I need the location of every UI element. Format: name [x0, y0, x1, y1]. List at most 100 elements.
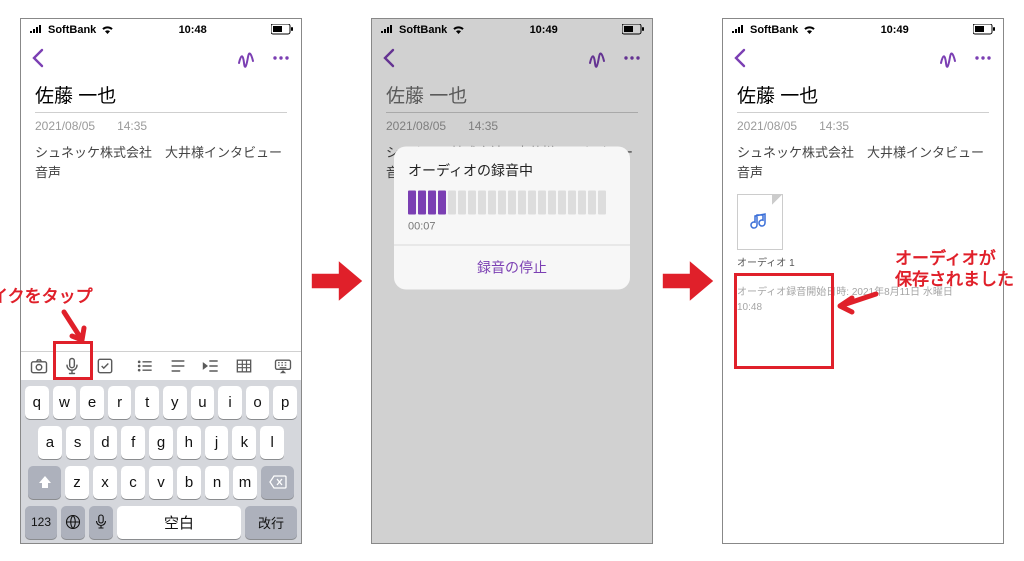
- meter-bar: [548, 190, 556, 214]
- meter-bar: [468, 190, 476, 214]
- divider: [386, 112, 638, 113]
- key-q[interactable]: q: [25, 386, 49, 419]
- key-g[interactable]: g: [149, 426, 173, 459]
- meter-bar: [568, 190, 576, 214]
- key-numbers[interactable]: 123: [25, 506, 57, 539]
- keyboard-mic-icon: [95, 514, 107, 530]
- signal-icon: [29, 25, 43, 35]
- battery-icon: [271, 24, 293, 35]
- heading-icon[interactable]: [168, 356, 188, 376]
- scribble-icon[interactable]: [588, 48, 608, 68]
- note-body[interactable]: シュネッケ株式会社 大井様インタビュー音声: [723, 143, 1003, 185]
- key-l[interactable]: l: [260, 426, 284, 459]
- note-meta: 2021/08/05 14:35: [372, 119, 652, 143]
- callout-saved: オーディオが保存されました: [895, 248, 1014, 291]
- key-j[interactable]: j: [205, 426, 229, 459]
- key-a[interactable]: a: [38, 426, 62, 459]
- carrier-label: SoftBank: [750, 24, 798, 36]
- camera-icon[interactable]: [29, 356, 49, 376]
- note-date: 2021/08/05: [737, 119, 797, 133]
- meter-bar: [498, 190, 506, 214]
- shift-icon: [37, 474, 53, 490]
- key-r[interactable]: r: [108, 386, 132, 419]
- key-shift[interactable]: [28, 466, 61, 499]
- key-c[interactable]: c: [121, 466, 145, 499]
- note-date: 2021/08/05: [35, 119, 95, 133]
- scribble-icon[interactable]: [939, 48, 959, 68]
- meter-bar: [538, 190, 546, 214]
- bullet-list-icon[interactable]: [135, 356, 155, 376]
- key-i[interactable]: i: [218, 386, 242, 419]
- modal-title: オーディオの録音中: [394, 146, 630, 190]
- key-d[interactable]: d: [94, 426, 118, 459]
- globe-icon: [65, 514, 81, 530]
- meter-bar: [578, 190, 586, 214]
- status-bar: SoftBank 10:49: [723, 19, 1003, 41]
- battery-icon: [622, 24, 644, 35]
- highlight-audio: [734, 273, 834, 369]
- back-button[interactable]: [382, 48, 396, 68]
- key-o[interactable]: o: [246, 386, 270, 419]
- wifi-icon: [101, 25, 114, 35]
- key-space[interactable]: 空白: [117, 506, 241, 539]
- note-body[interactable]: シュネッケ株式会社 大井様インタビュー音声: [21, 143, 301, 185]
- key-y[interactable]: y: [163, 386, 187, 419]
- key-h[interactable]: h: [177, 426, 201, 459]
- key-k[interactable]: k: [232, 426, 256, 459]
- signal-icon: [731, 25, 745, 35]
- signal-icon: [380, 25, 394, 35]
- keyboard-row-3: z x c v b n m: [25, 466, 297, 499]
- keyboard-toggle-icon[interactable]: [273, 356, 293, 376]
- back-button[interactable]: [31, 48, 45, 68]
- divider: [737, 112, 989, 113]
- note-title[interactable]: 佐藤 一也: [723, 75, 1003, 112]
- key-m[interactable]: m: [233, 466, 257, 499]
- more-icon[interactable]: [271, 48, 291, 68]
- key-f[interactable]: f: [121, 426, 145, 459]
- key-delete[interactable]: [261, 466, 294, 499]
- key-mic[interactable]: [89, 506, 113, 539]
- scribble-icon[interactable]: [237, 48, 257, 68]
- back-button[interactable]: [733, 48, 747, 68]
- key-u[interactable]: u: [191, 386, 215, 419]
- more-icon[interactable]: [973, 48, 993, 68]
- key-return[interactable]: 改行: [245, 506, 297, 539]
- key-e[interactable]: e: [80, 386, 104, 419]
- battery-icon: [973, 24, 995, 35]
- key-v[interactable]: v: [149, 466, 173, 499]
- wifi-icon: [803, 25, 816, 35]
- flow-arrow-1: [310, 255, 364, 307]
- key-x[interactable]: x: [93, 466, 117, 499]
- table-icon[interactable]: [234, 356, 254, 376]
- key-z[interactable]: z: [65, 466, 89, 499]
- status-bar: SoftBank 10:49: [372, 19, 652, 41]
- checkbox-icon[interactable]: [95, 356, 115, 376]
- audio-file-icon: [737, 194, 783, 250]
- key-globe[interactable]: [61, 506, 85, 539]
- indent-icon[interactable]: [201, 356, 221, 376]
- meter-bar: [528, 190, 536, 214]
- note-title[interactable]: 佐藤 一也: [21, 75, 301, 112]
- key-b[interactable]: b: [177, 466, 201, 499]
- key-t[interactable]: t: [135, 386, 159, 419]
- delete-icon: [269, 475, 287, 489]
- key-n[interactable]: n: [205, 466, 229, 499]
- clock: 10:49: [530, 24, 558, 36]
- key-w[interactable]: w: [53, 386, 77, 419]
- audio-attachment[interactable]: オーディオ 1: [737, 194, 822, 269]
- key-p[interactable]: p: [273, 386, 297, 419]
- meter-bar: [408, 190, 416, 214]
- clock: 10:49: [881, 24, 909, 36]
- music-note-icon: [749, 211, 771, 233]
- nav-bar: [372, 41, 652, 75]
- meter-bar: [518, 190, 526, 214]
- wifi-icon: [452, 25, 465, 35]
- stop-recording-button[interactable]: 録音の停止: [394, 244, 630, 289]
- phone-screen-2: SoftBank 10:49 佐藤 一也 2021/08/05 14:35 シュ…: [371, 18, 653, 544]
- note-date: 2021/08/05: [386, 119, 446, 133]
- key-s[interactable]: s: [66, 426, 90, 459]
- note-meta: 2021/08/05 14:35: [723, 119, 1003, 143]
- keyboard-row-2: a s d f g h j k l: [25, 426, 297, 459]
- more-icon[interactable]: [622, 48, 642, 68]
- phone-screen-1: SoftBank 10:48 佐藤 一也 2021/08/05 14:35 シュ…: [20, 18, 302, 544]
